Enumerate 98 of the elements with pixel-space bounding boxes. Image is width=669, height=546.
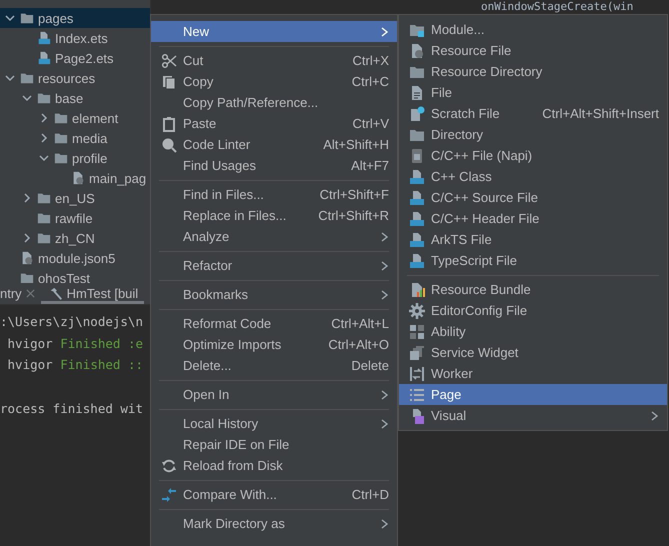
folder-icon xyxy=(36,231,52,245)
menu-item[interactable]: Code Linter Alt+Shift+H xyxy=(151,134,397,155)
menu-item[interactable]: Resource File xyxy=(399,40,667,61)
menu-item[interactable]: Compare With... Ctrl+D xyxy=(151,484,397,505)
file-icon xyxy=(409,232,425,248)
menu-item[interactable]: Directory xyxy=(399,124,667,145)
tree-item-label[interactable]: profile xyxy=(72,150,108,166)
menu-item[interactable]: Service Widget xyxy=(399,342,667,363)
copy-icon xyxy=(161,74,177,90)
console-text: hvigor xyxy=(6,336,54,351)
menu-item[interactable]: Find in Files... Ctrl+Shift+F xyxy=(151,184,397,205)
console-tab[interactable]: ntry xyxy=(0,283,41,304)
menu-item[interactable]: Page xyxy=(399,384,667,405)
menu-item[interactable]: Reformat Code Ctrl+Alt+L xyxy=(151,313,397,334)
menu-item[interactable]: File xyxy=(399,82,667,103)
menu-item[interactable]: C/C++ Header File xyxy=(399,208,667,229)
tree-item-label[interactable]: en_US xyxy=(55,190,95,206)
menu-item[interactable]: Local History xyxy=(151,413,397,434)
folder-icon xyxy=(53,151,69,165)
menu-item[interactable]: New xyxy=(151,21,397,42)
tree-item-label[interactable]: media xyxy=(72,130,108,146)
menu-item[interactable]: Find Usages Alt+F7 xyxy=(151,155,397,176)
tree-item-label[interactable]: zh_CN xyxy=(55,230,95,246)
console-text: :\Users\zj\nodejs\n xyxy=(0,314,143,329)
file-icon xyxy=(409,168,425,184)
menu-item[interactable]: C/C++ Source File xyxy=(399,187,667,208)
file-icon xyxy=(36,51,52,65)
magnifier-icon xyxy=(161,136,177,152)
menu-item[interactable]: Bookmarks xyxy=(151,284,397,305)
console-text: Finished :: xyxy=(60,357,144,372)
menu-item[interactable]: Cut Ctrl+X xyxy=(151,50,397,71)
cards-icon xyxy=(409,344,425,360)
menu-item[interactable]: Repair IDE on File xyxy=(151,434,397,455)
tree-item-label[interactable]: pages xyxy=(38,10,74,26)
code-line: onWindowStageCreate(win xyxy=(481,0,634,13)
file-icon xyxy=(36,31,52,45)
menu-item[interactable]: ArkTS File xyxy=(399,229,667,250)
tree-item-label[interactable]: Page2.ets xyxy=(55,50,114,66)
menu-item[interactable]: Reload from Disk xyxy=(151,455,397,476)
folder-icon xyxy=(53,131,69,145)
menu-item[interactable]: Refactor xyxy=(151,255,397,276)
menu-item[interactable]: Mark Directory as xyxy=(151,513,397,534)
reload-icon xyxy=(161,458,177,474)
console-text: Finished :e xyxy=(60,336,144,351)
menu-item[interactable]: Resource Directory xyxy=(399,61,667,82)
console-text: hvigor xyxy=(6,357,54,372)
arrows-icon xyxy=(161,486,177,502)
gear-icon xyxy=(409,302,425,318)
menu-item[interactable]: Module... xyxy=(399,19,667,40)
menu-item[interactable]: Optimize Imports Ctrl+Alt+O xyxy=(151,334,397,355)
file-icon xyxy=(409,106,425,122)
menu-item[interactable]: Visual xyxy=(399,405,667,426)
menu-item[interactable]: Paste Ctrl+V xyxy=(151,113,397,134)
tree-item-label[interactable]: Index.ets xyxy=(55,30,108,46)
menu-item[interactable]: C/C++ File (Napi) xyxy=(399,145,667,166)
menu-item[interactable]: Scratch File Ctrl+Alt+Shift+Insert xyxy=(399,103,667,124)
folder-icon xyxy=(19,11,35,25)
scissors-icon xyxy=(161,52,177,68)
close-icon xyxy=(26,289,35,298)
tree-item-label[interactable]: element xyxy=(72,110,118,126)
tree-item-label[interactable]: module.json5 xyxy=(38,250,116,266)
hammer-icon xyxy=(48,286,63,300)
console-text: rocess finished wit xyxy=(0,400,143,416)
chart-file-icon xyxy=(409,282,425,298)
menu-item[interactable]: Ability xyxy=(399,321,667,342)
file-icon xyxy=(409,252,425,268)
menu-item[interactable]: Analyze xyxy=(151,226,397,247)
tree-item-label[interactable]: main_pag xyxy=(89,170,146,186)
menu-item[interactable]: Replace in Files... Ctrl+Shift+R xyxy=(151,205,397,226)
file-icon xyxy=(409,148,425,164)
clipboard-icon xyxy=(161,116,177,132)
folder-icon xyxy=(19,71,35,85)
menu-item[interactable]: EditorConfig File xyxy=(399,300,667,321)
tree-item-label[interactable]: rawfile xyxy=(55,210,93,226)
list-icon xyxy=(409,386,425,402)
menu-item[interactable]: C++ Class xyxy=(399,166,667,187)
grid-icon xyxy=(409,324,425,340)
tree-item-label[interactable]: resources xyxy=(38,70,96,86)
selected-tree-row[interactable]: pages xyxy=(0,8,150,28)
file-icon xyxy=(409,84,425,100)
folder-icon xyxy=(36,191,52,205)
file-icon xyxy=(409,210,425,226)
worker-icon xyxy=(409,366,425,382)
menu-item[interactable]: TypeScript File xyxy=(399,250,667,271)
tree-item-label[interactable]: base xyxy=(55,90,84,106)
folder-icon xyxy=(36,211,52,225)
console-tab[interactable]: HmTest [buil xyxy=(40,283,144,304)
file-icon xyxy=(409,42,425,58)
menu-item[interactable]: Open In xyxy=(151,384,397,405)
menu-item[interactable]: Copy Path/Reference... xyxy=(151,92,397,113)
menu-item[interactable]: Copy Ctrl+C xyxy=(151,71,397,92)
file-icon xyxy=(409,190,425,206)
tree-item-label[interactable]: ohosTest xyxy=(38,270,90,283)
menu-item[interactable]: Resource Bundle xyxy=(399,279,667,300)
folder-icon xyxy=(36,91,52,105)
menu-item[interactable]: Delete... Delete xyxy=(151,355,397,376)
folder-icon xyxy=(53,111,69,125)
menu-item[interactable]: Worker xyxy=(399,363,667,384)
